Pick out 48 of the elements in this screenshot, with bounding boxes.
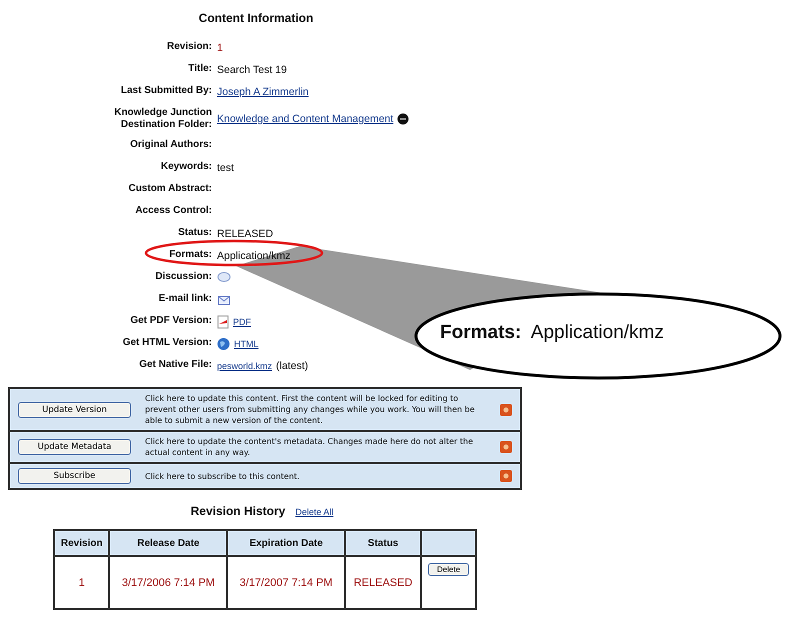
field-value: 1 <box>217 42 223 54</box>
action-description: Click here to update the content's metadata. Changes made here do not alter the actual content in any way. <box>145 436 474 458</box>
table-cell: 3/17/2006 7:14 PM <box>109 556 228 609</box>
file-link[interactable]: pesworld.kmz <box>217 361 272 371</box>
field-value: Application/kmz <box>217 250 291 262</box>
column-header: Status <box>345 530 422 556</box>
delete-all-link[interactable]: Delete All <box>295 507 334 517</box>
user-link[interactable]: Joseph A Zimmerlin <box>217 86 309 98</box>
field-label: Get Native File: <box>139 358 212 372</box>
table-cell: RELEASED <box>345 556 422 609</box>
action-description: Click here to update this content. First the content will be locked for editing to prevent other users from submitting any changes while you work. You will then be able to submit a new version of the content. <box>145 393 476 426</box>
action-button[interactable]: Subscribe <box>18 468 131 484</box>
email-icon[interactable] <box>217 293 231 307</box>
action-description: Click here to subscribe to this content. <box>145 470 301 482</box>
field-value: RELEASED <box>217 228 274 240</box>
field-label: Formats: <box>169 248 212 262</box>
folder-link[interactable]: Knowledge and Content Management <box>217 113 394 125</box>
column-header: Release Date <box>109 530 228 556</box>
pdf-link[interactable]: PDF <box>233 317 251 327</box>
column-header: Expiration Date <box>227 530 346 556</box>
field-label: Keywords: <box>160 160 212 174</box>
html-link[interactable]: HTML <box>234 339 258 349</box>
field-value: Search Test 19 <box>217 64 287 76</box>
table-cell: 1 <box>54 556 110 609</box>
column-header: Revision <box>54 530 110 556</box>
action-button[interactable]: Update Metadata <box>18 439 131 455</box>
field-label: Last Submitted By: <box>120 84 212 98</box>
field-label: Discussion: <box>155 270 212 284</box>
section-heading: Content Information <box>198 10 314 27</box>
field-label: Revision: <box>166 40 212 54</box>
field-label: Get PDF Version: <box>130 314 212 328</box>
callout-text: Formats: Application/kmz <box>440 322 664 343</box>
field-label: Status: <box>178 226 212 240</box>
field-label: Original Authors: <box>130 138 212 152</box>
discussion-icon[interactable] <box>217 272 231 284</box>
delete-button[interactable]: Delete <box>428 563 470 576</box>
field-label: Title: <box>188 62 212 76</box>
field-label: Knowledge Junction Destination Folder: <box>113 106 212 132</box>
field-label: Access Control: <box>135 204 212 218</box>
field-label: Custom Abstract: <box>128 182 212 196</box>
field-label: Get HTML Version: <box>122 336 212 350</box>
field-value: test <box>217 162 234 174</box>
field-label: E-mail link: <box>158 292 212 306</box>
globe-icon[interactable] <box>217 337 230 351</box>
action-button[interactable]: Update Version <box>18 402 131 418</box>
table-cell: 3/17/2007 7:14 PM <box>227 556 346 609</box>
version-note: (latest) <box>276 360 308 372</box>
section-heading: Revision History <box>190 504 286 518</box>
